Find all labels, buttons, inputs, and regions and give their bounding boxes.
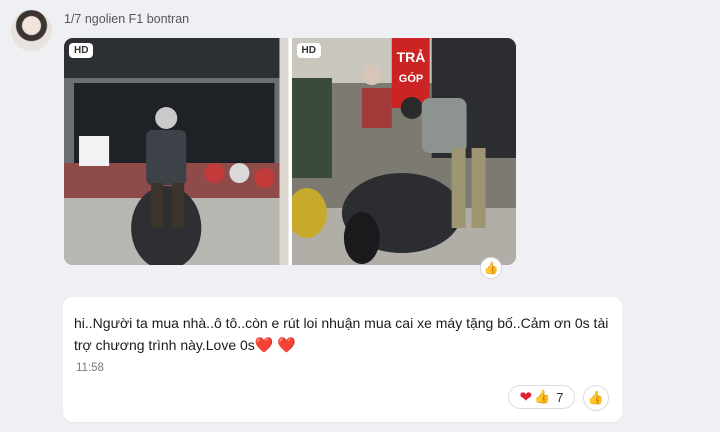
sender-label: 1/7 ngolien F1 bontran xyxy=(64,12,190,26)
sign-line1: TRẢ xyxy=(396,49,425,65)
thumbs-up-icon: 👍 xyxy=(483,261,499,275)
message-time: 11:58 xyxy=(76,362,104,374)
hd-badge: HD xyxy=(296,43,321,58)
thumbs-up-icon: 👍 xyxy=(534,389,551,404)
like-photo-button[interactable]: 👍 xyxy=(480,257,502,279)
sign-line2: GÓP xyxy=(398,72,422,85)
photo-album: HD TRẢ GÓP HD xyxy=(64,38,516,265)
avatar[interactable] xyxy=(11,10,52,51)
react-button[interactable]: 👍 xyxy=(583,385,609,411)
hd-badge: HD xyxy=(69,43,94,58)
heart-icon: ❤ xyxy=(519,389,533,406)
message-text: hi..Người ta mua nhà..ô tô..còn e rút lo… xyxy=(74,315,609,354)
photo-2[interactable]: TRẢ GÓP HD xyxy=(291,38,516,265)
reaction-summary[interactable]: ❤ 👍 7 xyxy=(508,385,575,409)
heart-icon: ❤️ xyxy=(277,337,297,354)
thumbs-up-icon: 👍 xyxy=(587,390,605,405)
heart-icon: ❤️ xyxy=(254,337,274,354)
message-bubble: hi..Người ta mua nhà..ô tô..còn e rút lo… xyxy=(63,297,622,422)
reaction-count: 7 xyxy=(556,389,564,405)
photo-1[interactable]: HD xyxy=(64,38,289,265)
